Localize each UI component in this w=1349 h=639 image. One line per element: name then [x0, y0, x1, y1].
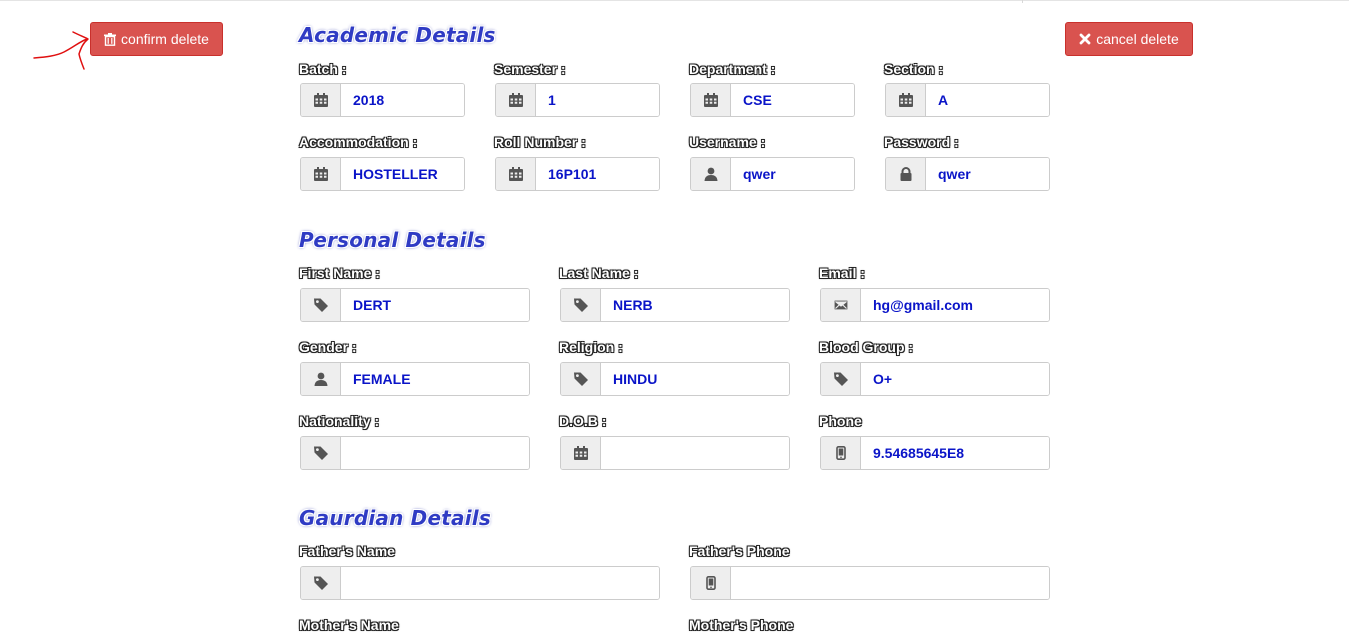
calendar-icon	[886, 84, 926, 116]
section-label: Section :	[884, 61, 944, 77]
cancel-delete-label: cancel delete	[1096, 31, 1179, 47]
semester-label: Semester :	[494, 61, 566, 77]
department-field	[690, 83, 855, 117]
dob-label: D.O.B :	[559, 413, 607, 429]
semester-field	[495, 83, 660, 117]
section-field	[885, 83, 1050, 117]
envelope-icon	[821, 289, 861, 321]
gender-input[interactable]	[341, 363, 529, 395]
trash-icon	[104, 32, 117, 46]
top-divider-tick	[1022, 0, 1023, 3]
username-label: Username :	[689, 134, 766, 150]
fathers-name-label: Father's Name	[299, 543, 395, 559]
accommodation-field	[300, 157, 465, 191]
department-input[interactable]	[731, 84, 854, 116]
tag-icon	[561, 289, 601, 321]
lock-icon	[886, 158, 926, 190]
mothers-name-label: Mother's Name	[299, 617, 399, 633]
dob-field	[560, 436, 790, 470]
user-icon	[301, 363, 341, 395]
calendar-icon	[691, 84, 731, 116]
section-input[interactable]	[926, 84, 1049, 116]
batch-field	[300, 83, 465, 117]
blood-group-input[interactable]	[861, 363, 1049, 395]
password-label: Password :	[884, 134, 959, 150]
blood-group-field	[820, 362, 1050, 396]
accommodation-label: Accommodation :	[299, 134, 418, 150]
first-name-field	[300, 288, 530, 322]
calendar-icon	[496, 158, 536, 190]
tag-icon	[301, 289, 341, 321]
password-input[interactable]	[926, 158, 1049, 190]
fathers-phone-input[interactable]	[731, 567, 1049, 599]
email-field	[820, 288, 1050, 322]
calendar-icon	[301, 84, 341, 116]
batch-label: Batch :	[299, 61, 347, 77]
phone-icon	[821, 437, 861, 469]
arrow-annotation-icon	[33, 31, 89, 70]
religion-label: Religion :	[559, 339, 623, 355]
username-field	[690, 157, 855, 191]
gender-field	[300, 362, 530, 396]
top-divider	[0, 0, 1349, 1]
accommodation-input[interactable]	[341, 158, 464, 190]
nationality-input[interactable]	[341, 437, 529, 469]
personal-details-title: Personal Details	[299, 228, 486, 252]
semester-input[interactable]	[536, 84, 659, 116]
close-icon	[1079, 33, 1091, 45]
password-field	[885, 157, 1050, 191]
phone-label: Phone	[819, 413, 862, 429]
user-icon	[691, 158, 731, 190]
fathers-phone-field	[690, 566, 1050, 600]
tag-icon	[301, 437, 341, 469]
fathers-name-field	[300, 566, 660, 600]
last-name-label: Last Name :	[559, 265, 639, 281]
last-name-input[interactable]	[601, 289, 789, 321]
fathers-phone-label: Father's Phone	[689, 543, 790, 559]
phone-input[interactable]	[861, 437, 1049, 469]
first-name-label: First Name :	[299, 265, 380, 281]
phone-field	[820, 436, 1050, 470]
tag-icon	[821, 363, 861, 395]
tag-icon	[301, 567, 341, 599]
fathers-name-input[interactable]	[341, 567, 659, 599]
batch-input[interactable]	[341, 84, 464, 116]
nationality-label: Nationality :	[299, 413, 380, 429]
confirm-delete-label: confirm delete	[121, 31, 209, 47]
calendar-icon	[301, 158, 341, 190]
nationality-field	[300, 436, 530, 470]
guardian-details-title: Gaurdian Details	[299, 506, 491, 530]
roll-number-input[interactable]	[536, 158, 659, 190]
email-label: Email :	[819, 265, 865, 281]
calendar-icon	[561, 437, 601, 469]
academic-details-title: Academic Details	[299, 23, 496, 47]
religion-input[interactable]	[601, 363, 789, 395]
last-name-field	[560, 288, 790, 322]
tag-icon	[561, 363, 601, 395]
email-input[interactable]	[861, 289, 1049, 321]
dob-input[interactable]	[601, 437, 789, 469]
department-label: Department :	[689, 61, 776, 77]
cancel-delete-button[interactable]: cancel delete	[1065, 22, 1193, 56]
blood-group-label: Blood Group :	[819, 339, 914, 355]
gender-label: Gender :	[299, 339, 357, 355]
mothers-phone-label: Mother's Phone	[689, 617, 794, 633]
confirm-delete-button[interactable]: confirm delete	[90, 22, 223, 56]
roll-number-field	[495, 157, 660, 191]
calendar-icon	[496, 84, 536, 116]
phone-icon	[691, 567, 731, 599]
roll-number-label: Roll Number :	[494, 134, 586, 150]
username-input[interactable]	[731, 158, 854, 190]
religion-field	[560, 362, 790, 396]
first-name-input[interactable]	[341, 289, 529, 321]
